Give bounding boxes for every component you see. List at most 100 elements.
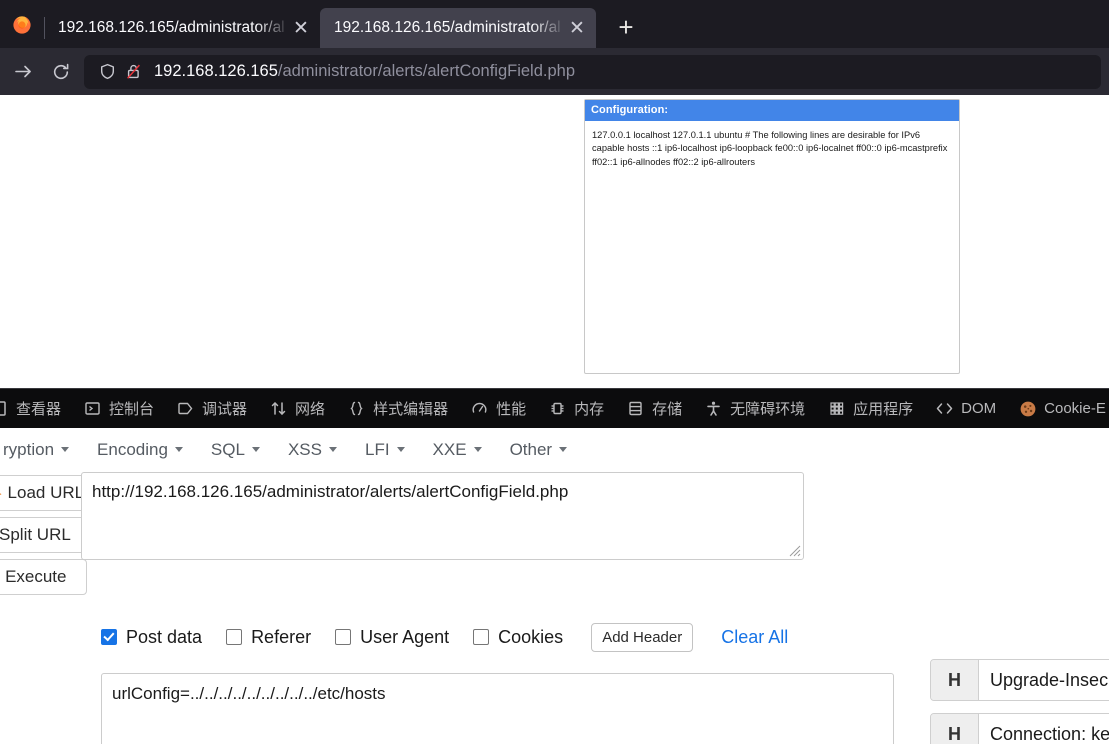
lock-crossed-icon[interactable] bbox=[120, 59, 146, 85]
hackbar-url-row: ▶ Load URL Split URL ◐ Execute http://19… bbox=[0, 472, 1109, 601]
load-url-icon: ▶ bbox=[0, 486, 2, 501]
cookies-checkbox[interactable] bbox=[473, 629, 490, 645]
header-badge: H bbox=[931, 714, 979, 744]
browser-tab-1-close-icon[interactable]: ✕ bbox=[288, 15, 314, 41]
split-url-button[interactable]: Split URL bbox=[0, 517, 87, 553]
user-agent-checkbox[interactable] bbox=[335, 629, 352, 645]
hackbar-menu-xss-label: XSS bbox=[287, 439, 322, 459]
devtools-tab-network[interactable]: 网络 bbox=[258, 389, 336, 428]
storage-icon bbox=[626, 399, 645, 418]
url-input[interactable]: http://192.168.126.165/administrator/ale… bbox=[81, 472, 804, 560]
devtools-tab-memory[interactable]: 内存 bbox=[537, 389, 615, 428]
hackbar-menu-xxe[interactable]: XXE bbox=[419, 440, 496, 460]
devtools-tab-debugger[interactable]: 调试器 bbox=[165, 389, 258, 428]
chevron-down-icon bbox=[174, 447, 183, 452]
devtools-tab-style-editor[interactable]: 样式编辑器 bbox=[336, 389, 459, 428]
devtools-tab-dom[interactable]: DOM bbox=[924, 389, 1007, 428]
option-post-data-label: Post data bbox=[126, 626, 203, 647]
resize-grip-icon[interactable] bbox=[787, 543, 801, 557]
devtools-tab-storage[interactable]: 存储 bbox=[615, 389, 693, 428]
browser-tab-1[interactable]: 192.168.126.165/administrator/al ✕ bbox=[44, 8, 320, 48]
option-post-data[interactable]: Post data bbox=[101, 627, 202, 648]
chevron-down-icon bbox=[559, 447, 568, 452]
post-data-checkbox[interactable] bbox=[101, 629, 117, 645]
hackbar-menu-encoding[interactable]: Encoding bbox=[83, 440, 197, 460]
reload-icon[interactable] bbox=[42, 55, 80, 89]
browser-chrome: 192.168.126.165/administrator/al ✕ 192.1… bbox=[0, 0, 1109, 95]
devtools-tab-cookie-editor[interactable]: Cookie-E bbox=[1007, 389, 1109, 428]
cookie-icon bbox=[1018, 399, 1037, 418]
header-row[interactable]: H Connection: kee bbox=[930, 713, 1109, 744]
address-bar-host: 192.168.126.165 bbox=[154, 62, 278, 80]
option-user-agent[interactable]: User Agent bbox=[335, 627, 449, 648]
devtools-tab-storage-label: 存储 bbox=[652, 401, 683, 418]
header-value[interactable]: Upgrade-Insecur bbox=[979, 660, 1109, 700]
hackbar-menu-lfi[interactable]: LFI bbox=[351, 440, 419, 460]
url-input-value: http://192.168.126.165/administrator/ale… bbox=[92, 482, 569, 501]
post-data-value: urlConfig=../../../../../../../../../etc… bbox=[112, 684, 386, 703]
devtools-tab-cookie-editor-label: Cookie-E bbox=[1044, 400, 1106, 417]
navigation-toolbar: 192.168.126.165/administrator/alerts/ale… bbox=[0, 48, 1109, 95]
add-header-button[interactable]: Add Header bbox=[591, 622, 694, 652]
configuration-panel-header: Configuration: bbox=[585, 100, 959, 121]
option-user-agent-label: User Agent bbox=[360, 626, 450, 647]
forward-arrow-icon[interactable] bbox=[4, 55, 42, 89]
hackbar-options-row: Post data Referer User Agent Cookies Add… bbox=[101, 622, 1109, 652]
chevron-down-icon bbox=[396, 447, 405, 452]
option-cookies[interactable]: Cookies bbox=[473, 627, 563, 648]
header-list: H Upgrade-Insecur H Connection: kee bbox=[930, 659, 1109, 744]
hackbar-menu-encoding-label: Encoding bbox=[97, 439, 168, 459]
configuration-panel: Configuration: 127.0.0.1 localhost 127.0… bbox=[584, 99, 960, 374]
option-cookies-label: Cookies bbox=[498, 626, 564, 647]
split-url-button-label: Split URL bbox=[0, 525, 71, 544]
firefox-logo-icon bbox=[0, 0, 44, 48]
address-bar-path: /administrator/alerts/alertConfigField.p… bbox=[277, 62, 576, 80]
browser-tab-2[interactable]: 192.168.126.165/administrator/al ✕ bbox=[320, 8, 596, 48]
hackbar-menu-sql[interactable]: SQL bbox=[197, 440, 274, 460]
hackbar-panel: ryption Encoding SQL XSS LFI XXE Other L… bbox=[0, 428, 1109, 744]
address-bar[interactable]: 192.168.126.165/administrator/alerts/ale… bbox=[84, 54, 1101, 89]
chevron-down-icon bbox=[61, 447, 70, 452]
devtools-tab-inspector[interactable]: 查看器 bbox=[0, 389, 72, 428]
devtools-tab-memory-label: 内存 bbox=[574, 401, 605, 418]
hackbar-menubar: ryption Encoding SQL XSS LFI XXE Other bbox=[0, 428, 1109, 472]
devtools-tab-style-editor-label: 样式编辑器 bbox=[373, 401, 449, 418]
hackbar-button-column: ▶ Load URL Split URL ◐ Execute bbox=[0, 472, 87, 601]
shield-icon[interactable] bbox=[94, 59, 120, 85]
hackbar-menu-xxe-label: XXE bbox=[432, 439, 467, 459]
new-tab-button[interactable]: + bbox=[608, 9, 644, 45]
devtools-tab-bar: 查看器 控制台 调试器 网络 样式编辑器 性能 内存 存储 无障碍环境 应用程序… bbox=[0, 388, 1109, 428]
browser-tab-1-title: 192.168.126.165/administrator/al bbox=[58, 19, 285, 36]
hackbar-menu-other[interactable]: Other bbox=[496, 440, 582, 460]
devtools-tab-performance[interactable]: 性能 bbox=[459, 389, 537, 428]
address-bar-url: 192.168.126.165/administrator/alerts/ale… bbox=[154, 62, 575, 81]
devtools-tab-dom-label: DOM bbox=[961, 400, 997, 417]
hackbar-menu-lfi-label: LFI bbox=[364, 439, 390, 459]
hackbar-menu-xss[interactable]: XSS bbox=[274, 440, 351, 460]
post-data-input[interactable]: urlConfig=../../../../../../../../../etc… bbox=[101, 673, 894, 744]
browser-tab-2-title: 192.168.126.165/administrator/al bbox=[334, 19, 561, 36]
debugger-icon bbox=[176, 399, 195, 418]
execute-button[interactable]: ◐ Execute bbox=[0, 559, 87, 595]
chevron-down-icon bbox=[251, 447, 260, 452]
referer-checkbox[interactable] bbox=[226, 629, 243, 645]
chevron-down-icon bbox=[473, 447, 482, 452]
browser-tab-2-close-icon[interactable]: ✕ bbox=[564, 15, 590, 41]
page-viewport: Configuration: 127.0.0.1 localhost 127.0… bbox=[0, 95, 1109, 388]
devtools-tab-performance-label: 性能 bbox=[496, 401, 527, 418]
devtools-tab-debugger-label: 调试器 bbox=[202, 401, 248, 418]
header-badge: H bbox=[931, 660, 979, 700]
devtools-tab-application[interactable]: 应用程序 bbox=[816, 389, 924, 428]
hackbar-menu-encryption[interactable]: ryption bbox=[0, 440, 83, 460]
load-url-button[interactable]: ▶ Load URL bbox=[0, 475, 87, 511]
devtools-tab-accessibility[interactable]: 无障碍环境 bbox=[693, 389, 816, 428]
inspector-icon bbox=[0, 399, 9, 418]
option-referer[interactable]: Referer bbox=[226, 627, 311, 648]
header-value[interactable]: Connection: kee bbox=[979, 714, 1109, 744]
devtools-tab-console[interactable]: 控制台 bbox=[72, 389, 165, 428]
load-url-button-label: Load URL bbox=[7, 483, 85, 502]
clear-all-link[interactable]: Clear All bbox=[721, 627, 788, 648]
header-row[interactable]: H Upgrade-Insecur bbox=[930, 659, 1109, 701]
console-icon bbox=[83, 399, 102, 418]
style-editor-icon bbox=[347, 399, 366, 418]
